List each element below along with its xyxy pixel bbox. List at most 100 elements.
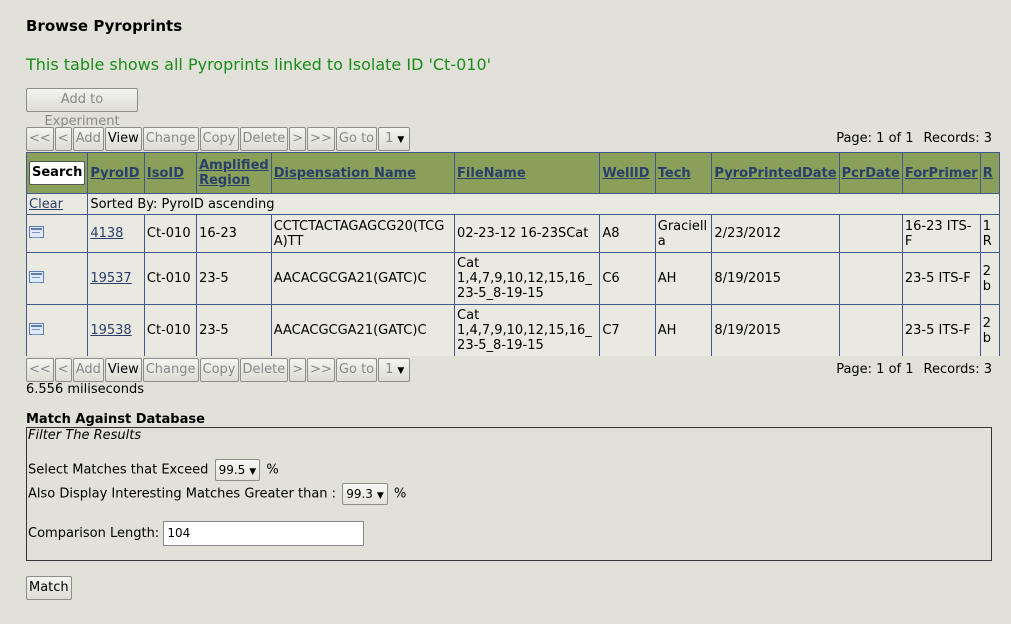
dispensation-cell: AACACGCGA21(GATC)C: [270, 252, 456, 305]
page-select-value: 1: [385, 362, 394, 377]
tech-cell: AH: [654, 252, 713, 305]
region-cell: 23-5: [196, 252, 272, 305]
column-header-tech[interactable]: Tech: [658, 166, 691, 181]
copy-button[interactable]: Copy: [199, 358, 239, 382]
column-header-pcrdate[interactable]: PcrDate: [842, 166, 900, 181]
delete-button[interactable]: Delete: [239, 127, 289, 151]
percent-label: %: [393, 486, 407, 502]
column-header-pyroprinted-date[interactable]: PyroPrintedDate: [714, 166, 836, 181]
change-button[interactable]: Change: [142, 127, 199, 151]
pager-bottom: << < Add View Change Copy Delete > >> Go to 1 ▼ Pag…: [26, 358, 992, 382]
view-record-icon[interactable]: [29, 322, 44, 335]
interesting-row: Also Display Interesting Matches Greater…: [28, 483, 406, 505]
prev-page-button[interactable]: <: [54, 358, 72, 382]
view-record-icon[interactable]: [29, 270, 44, 283]
add-button[interactable]: Add: [72, 358, 104, 382]
wellid-cell: C6: [599, 252, 656, 305]
add-button[interactable]: Add: [72, 127, 104, 151]
page-select-value: 1: [385, 131, 394, 146]
page-info: Page: 1 of 1: [836, 131, 914, 146]
chevron-down-icon: ▼: [397, 135, 405, 145]
table-row: 19538 Ct-010 23-5 AACACGCGA21(GATC)C Cat…: [26, 304, 1000, 356]
last-page-button[interactable]: >>: [307, 358, 335, 382]
chevron-down-icon: ▼: [397, 366, 405, 376]
interesting-value: 99.3: [346, 487, 373, 501]
dispensation-cell: AACACGCGA21(GATC)C: [270, 304, 456, 356]
pcr-date-cell: [838, 252, 903, 305]
wellid-cell: A8: [599, 214, 656, 253]
view-record-icon[interactable]: [29, 225, 44, 238]
chevron-down-icon: ▼: [376, 491, 384, 501]
pyroid-link[interactable]: 4138: [90, 226, 123, 241]
goto-button[interactable]: Go to: [335, 358, 378, 382]
forprimer-cell: 23-5 ITS-F: [901, 304, 981, 356]
search-button[interactable]: Search: [29, 161, 86, 185]
add-to-experiment-button[interactable]: Add to Experiment: [26, 88, 138, 129]
pager-info: Page: 1 of 1 Records: 3: [836, 362, 992, 377]
last-page-button[interactable]: >>: [307, 127, 335, 151]
page-info: Page: 1 of 1: [836, 362, 914, 377]
timing-label: 6.556 miliseconds: [26, 382, 144, 397]
column-header-r[interactable]: R: [983, 166, 993, 181]
exceed-label: Select Matches that Exceed: [28, 462, 209, 478]
view-button[interactable]: View: [104, 127, 142, 151]
column-header-filename[interactable]: FileName: [457, 166, 526, 181]
chevron-down-icon: ▼: [249, 467, 257, 477]
filter-row: Clear Sorted By: PyroID ascending: [26, 193, 1000, 215]
copy-button[interactable]: Copy: [199, 127, 239, 151]
pyroid-link[interactable]: 19538: [90, 323, 131, 338]
pyroprints-table: Search PyroID IsoID Amplified Region Dis…: [26, 152, 1000, 356]
change-button[interactable]: Change: [142, 358, 199, 382]
wellid-cell: C7: [599, 304, 656, 356]
forprimer-cell: 16-23 ITS-F: [901, 214, 981, 253]
comparison-length-input[interactable]: 104: [163, 521, 365, 546]
column-header-forprimer[interactable]: ForPrimer: [905, 166, 978, 181]
records-count: Records: 3: [923, 131, 992, 146]
filename-cell: 02-23-12 16-23SCat: [454, 214, 601, 253]
match-button[interactable]: Match: [26, 576, 72, 600]
exceed-select[interactable]: 99.5 ▼: [214, 459, 261, 481]
interesting-label: Also Display Interesting Matches Greater…: [28, 486, 337, 502]
table-row: 4138 Ct-010 16-23 CCTCTACTAGAGCG20(TCGA)…: [26, 214, 1000, 253]
comparison-label: Comparison Length:: [28, 526, 160, 541]
column-header-dispensation-name[interactable]: Dispensation Name: [274, 166, 416, 181]
dispensation-cell: CCTCTACTAGAGCG20(TCGA)TT: [270, 214, 456, 253]
rev-cell: 2 b: [979, 304, 1000, 356]
clear-link[interactable]: Clear: [29, 197, 63, 212]
next-page-button[interactable]: >: [289, 127, 307, 151]
match-section-title: Match Against Database: [26, 412, 205, 427]
printed-date-cell: 8/19/2015: [711, 304, 840, 356]
first-page-button[interactable]: <<: [26, 127, 54, 151]
printed-date-cell: 8/19/2015: [711, 252, 840, 305]
page-subtitle: This table shows all Pyroprints linked t…: [26, 55, 492, 74]
printed-date-cell: 2/23/2012: [711, 214, 840, 253]
goto-button[interactable]: Go to: [335, 127, 378, 151]
interesting-select[interactable]: 99.3 ▼: [342, 483, 388, 505]
tech-cell: Graciella: [654, 214, 713, 253]
column-header-isoid[interactable]: IsoID: [147, 166, 184, 181]
pyroid-link[interactable]: 19537: [90, 271, 131, 286]
forprimer-cell: 23-5 ITS-F: [901, 252, 981, 305]
region-cell: 16-23: [196, 214, 272, 253]
search-cell: Search: [26, 152, 89, 194]
column-header-amplified-region[interactable]: Amplified Region: [199, 158, 269, 188]
page-select[interactable]: 1 ▼: [378, 127, 411, 151]
header-row: Search PyroID IsoID Amplified Region Dis…: [26, 152, 1000, 194]
table-row: 19537 Ct-010 23-5 AACACGCGA21(GATC)C Cat…: [26, 252, 1000, 305]
rev-cell: 2 b: [979, 252, 1000, 305]
sorted-by-label: Sorted By: PyroID ascending: [87, 193, 1000, 215]
column-header-wellid[interactable]: WellID: [602, 166, 649, 181]
region-cell: 23-5: [196, 304, 272, 356]
delete-button[interactable]: Delete: [239, 358, 289, 382]
first-page-button[interactable]: <<: [26, 358, 54, 382]
next-page-button[interactable]: >: [289, 358, 307, 382]
column-header-pyroid[interactable]: PyroID: [90, 166, 139, 181]
pager-top: << < Add View Change Copy Delete > >> Go to 1 ▼ Pag…: [26, 127, 992, 151]
prev-page-button[interactable]: <: [54, 127, 72, 151]
page-select[interactable]: 1 ▼: [378, 358, 411, 382]
percent-label: %: [266, 462, 279, 478]
exceed-row: Select Matches that Exceed 99.5 ▼ %: [28, 459, 279, 481]
page-title: Browse Pyroprints: [26, 17, 183, 35]
view-button[interactable]: View: [104, 358, 142, 382]
records-count: Records: 3: [923, 362, 992, 377]
